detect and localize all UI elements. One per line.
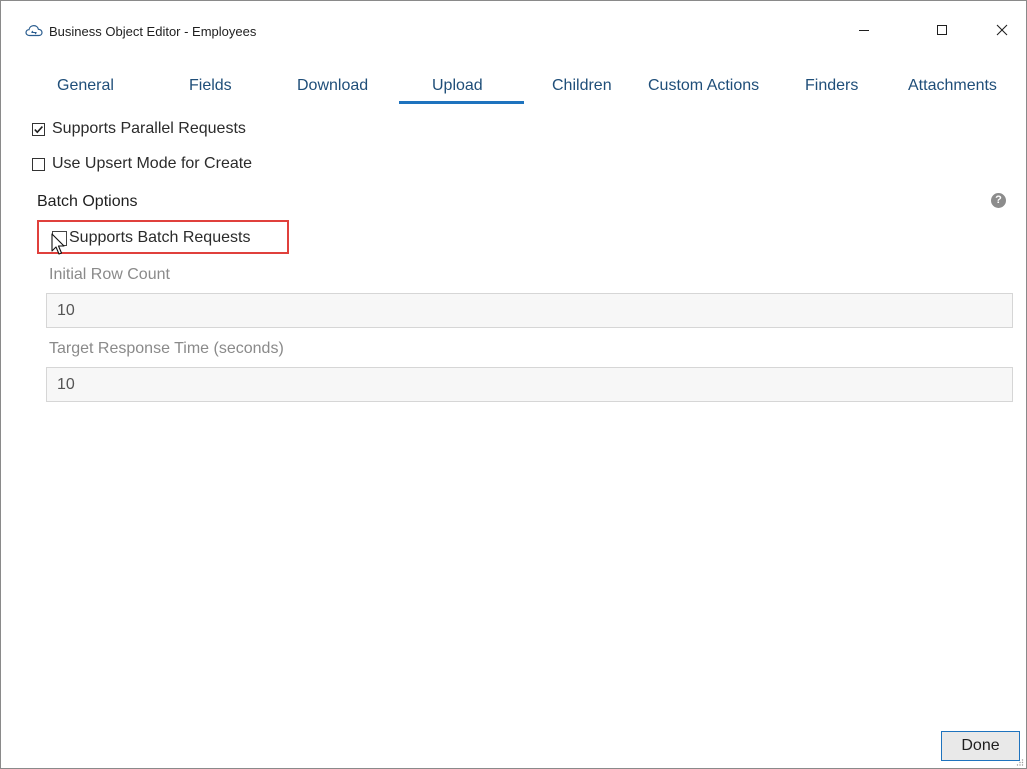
initial-row-count-input[interactable] xyxy=(46,293,1013,328)
supports-parallel-requests-checkbox[interactable] xyxy=(32,122,45,136)
tab-bar: General Fields Download Upload Children … xyxy=(1,69,1026,105)
tab-upload[interactable]: Upload xyxy=(432,77,483,95)
tab-finders[interactable]: Finders xyxy=(805,77,858,95)
maximize-icon xyxy=(937,25,947,35)
target-response-time-label: Target Response Time (seconds) xyxy=(49,340,284,357)
target-response-time-input[interactable] xyxy=(46,367,1013,402)
supports-batch-requests-label: Supports Batch Requests xyxy=(69,229,251,246)
supports-batch-requests-option[interactable]: Supports Batch Requests xyxy=(52,229,250,247)
done-button[interactable]: Done xyxy=(941,731,1020,761)
use-upsert-mode-label: Use Upsert Mode for Create xyxy=(52,155,253,172)
supports-parallel-requests-label: Supports Parallel Requests xyxy=(52,120,246,137)
cloud-app-icon xyxy=(25,24,43,37)
active-tab-indicator xyxy=(399,101,524,104)
minimize-icon xyxy=(859,30,869,31)
maximize-button[interactable] xyxy=(919,15,965,45)
supports-parallel-requests-option[interactable]: Supports Parallel Requests xyxy=(32,120,246,138)
initial-row-count-label: Initial Row Count xyxy=(49,266,170,283)
use-upsert-mode-checkbox[interactable] xyxy=(32,157,45,171)
minimize-button[interactable] xyxy=(841,15,887,45)
title-bar: Business Object Editor - Employees xyxy=(1,1,1026,43)
help-icon[interactable]: ? xyxy=(991,193,1006,208)
business-object-editor-window: Business Object Editor - Employees Gener… xyxy=(0,0,1027,769)
close-icon xyxy=(996,24,1008,36)
resize-grip-icon[interactable] xyxy=(1016,758,1024,766)
tab-fields[interactable]: Fields xyxy=(189,77,232,95)
batch-options-heading: Batch Options xyxy=(37,193,138,210)
tab-general[interactable]: General xyxy=(57,77,114,95)
tab-children[interactable]: Children xyxy=(552,77,612,95)
close-button[interactable] xyxy=(979,15,1025,45)
use-upsert-mode-option[interactable]: Use Upsert Mode for Create xyxy=(32,155,252,173)
tab-attachments[interactable]: Attachments xyxy=(908,77,997,95)
window-title: Business Object Editor - Employees xyxy=(49,24,257,39)
mouse-pointer-icon xyxy=(51,233,65,255)
tab-custom-actions[interactable]: Custom Actions xyxy=(648,77,759,95)
tab-download[interactable]: Download xyxy=(297,77,368,95)
checkmark-icon xyxy=(34,125,43,133)
